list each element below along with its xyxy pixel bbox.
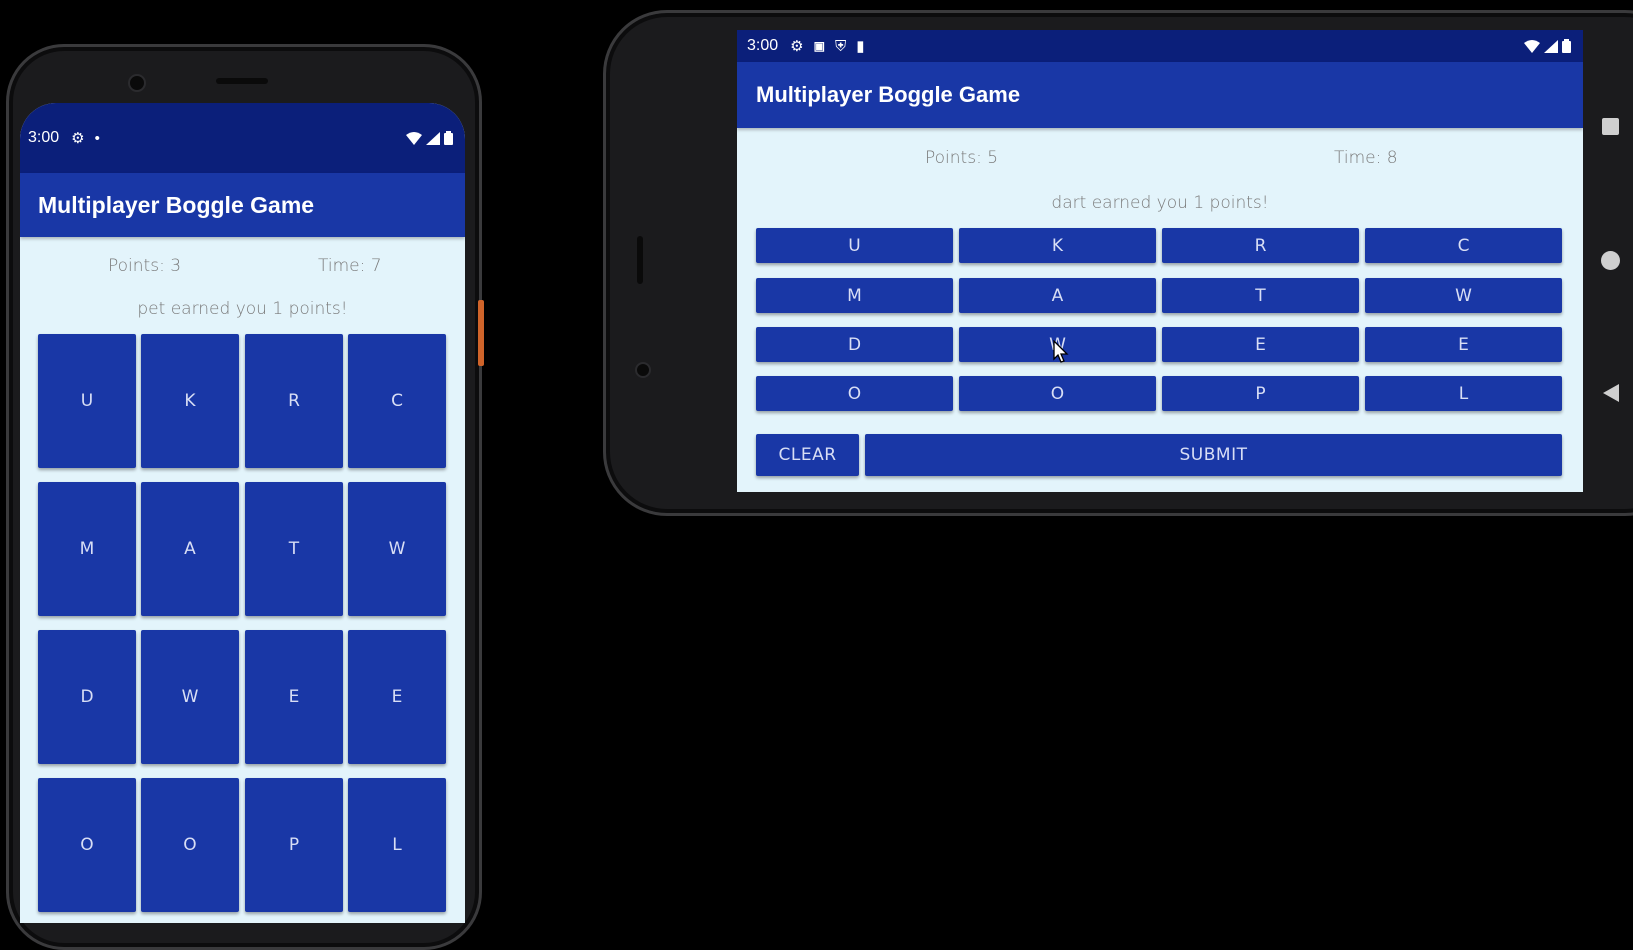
letter-tile[interactable]: E bbox=[348, 630, 446, 764]
letter-tile[interactable]: A bbox=[959, 278, 1156, 313]
points-label: Points: 5 bbox=[925, 148, 999, 168]
letter-tile[interactable]: P bbox=[245, 778, 343, 912]
letter-tile[interactable]: R bbox=[245, 334, 343, 468]
submit-button[interactable]: SUBMIT bbox=[865, 434, 1562, 476]
letter-tile[interactable]: C bbox=[348, 334, 446, 468]
dot-icon: • bbox=[94, 129, 100, 147]
letter-tile[interactable]: O bbox=[38, 778, 136, 912]
letter-tile[interactable]: M bbox=[756, 278, 953, 313]
a-icon: ▣ bbox=[813, 39, 825, 53]
letter-tile[interactable]: O bbox=[959, 376, 1156, 411]
letter-tile[interactable]: R bbox=[1162, 228, 1359, 263]
status-right-icons bbox=[406, 131, 453, 145]
clear-button[interactable]: CLEAR bbox=[756, 434, 859, 476]
letter-tile[interactable]: E bbox=[1365, 327, 1562, 362]
home-icon[interactable] bbox=[1601, 251, 1620, 270]
letter-tile[interactable]: W bbox=[348, 482, 446, 616]
portrait-screen: 3:00 ⚙ • Multiplayer Boggle Game Points:… bbox=[20, 103, 465, 923]
portrait-camera bbox=[128, 74, 146, 92]
letter-tile[interactable]: C bbox=[1365, 228, 1562, 263]
wifi-icon bbox=[406, 131, 422, 145]
time-label: Time: 8 bbox=[1334, 148, 1398, 168]
letter-tile[interactable]: E bbox=[1162, 327, 1359, 362]
landscape-status-bar: 3:00 ⚙ ▣ ⛨ ▮ bbox=[737, 30, 1583, 62]
portrait-power-button bbox=[478, 300, 484, 366]
landscape-app-bar: Multiplayer Boggle Game bbox=[737, 62, 1583, 128]
mouse-cursor-icon bbox=[1053, 340, 1069, 363]
shield-icon: ⛨ bbox=[834, 37, 847, 55]
back-icon[interactable] bbox=[1602, 383, 1620, 403]
letter-tile[interactable]: D bbox=[756, 327, 953, 362]
time-label: Time: 7 bbox=[318, 256, 382, 276]
status-time: 3:00 bbox=[28, 129, 60, 146]
status-right-icons bbox=[1524, 39, 1571, 53]
letter-tile[interactable]: A bbox=[141, 482, 239, 616]
letter-tile[interactable]: W bbox=[1365, 278, 1562, 313]
letter-tile[interactable]: K bbox=[141, 334, 239, 468]
letter-tile[interactable]: E bbox=[245, 630, 343, 764]
portrait-app-bar: Multiplayer Boggle Game bbox=[20, 173, 465, 237]
landscape-earpiece bbox=[637, 236, 643, 284]
letter-tile[interactable]: W bbox=[141, 630, 239, 764]
landscape-camera bbox=[635, 362, 651, 378]
landscape-screen: 3:00 ⚙ ▣ ⛨ ▮ Multiplayer Boggle Game Poi… bbox=[737, 30, 1583, 492]
portrait-earpiece bbox=[216, 78, 268, 84]
letter-tile[interactable]: U bbox=[756, 228, 953, 263]
letter-tile[interactable]: O bbox=[756, 376, 953, 411]
battery-icon bbox=[444, 131, 453, 145]
signal-icon bbox=[426, 131, 440, 145]
letter-tile[interactable]: O bbox=[141, 778, 239, 912]
letter-tile[interactable]: D bbox=[38, 630, 136, 764]
app-title: Multiplayer Boggle Game bbox=[756, 82, 1021, 107]
letter-tile[interactable]: L bbox=[1365, 376, 1562, 411]
battery-icon bbox=[1562, 39, 1571, 53]
points-label: Points: 3 bbox=[108, 256, 182, 276]
wifi-icon bbox=[1524, 39, 1540, 53]
result-message: pet earned you 1 points! bbox=[137, 299, 348, 319]
gear-icon: ⚙ bbox=[790, 37, 804, 55]
gear-icon: ⚙ bbox=[71, 129, 85, 147]
letter-tile[interactable]: T bbox=[245, 482, 343, 616]
letter-tile[interactable]: K bbox=[959, 228, 1156, 263]
portrait-status-bar: 3:00 ⚙ • bbox=[20, 103, 465, 173]
letter-tile[interactable]: P bbox=[1162, 376, 1359, 411]
sd-card-icon: ▮ bbox=[856, 37, 865, 55]
result-message: dart earned you 1 points! bbox=[1051, 193, 1269, 213]
letter-tile[interactable]: L bbox=[348, 778, 446, 912]
recents-icon[interactable] bbox=[1602, 118, 1619, 135]
letter-tile[interactable]: U bbox=[38, 334, 136, 468]
app-title: Multiplayer Boggle Game bbox=[38, 191, 315, 218]
letter-tile[interactable]: T bbox=[1162, 278, 1359, 313]
status-time: 3:00 bbox=[747, 37, 779, 54]
letter-tile[interactable]: M bbox=[38, 482, 136, 616]
signal-icon bbox=[1544, 39, 1558, 53]
